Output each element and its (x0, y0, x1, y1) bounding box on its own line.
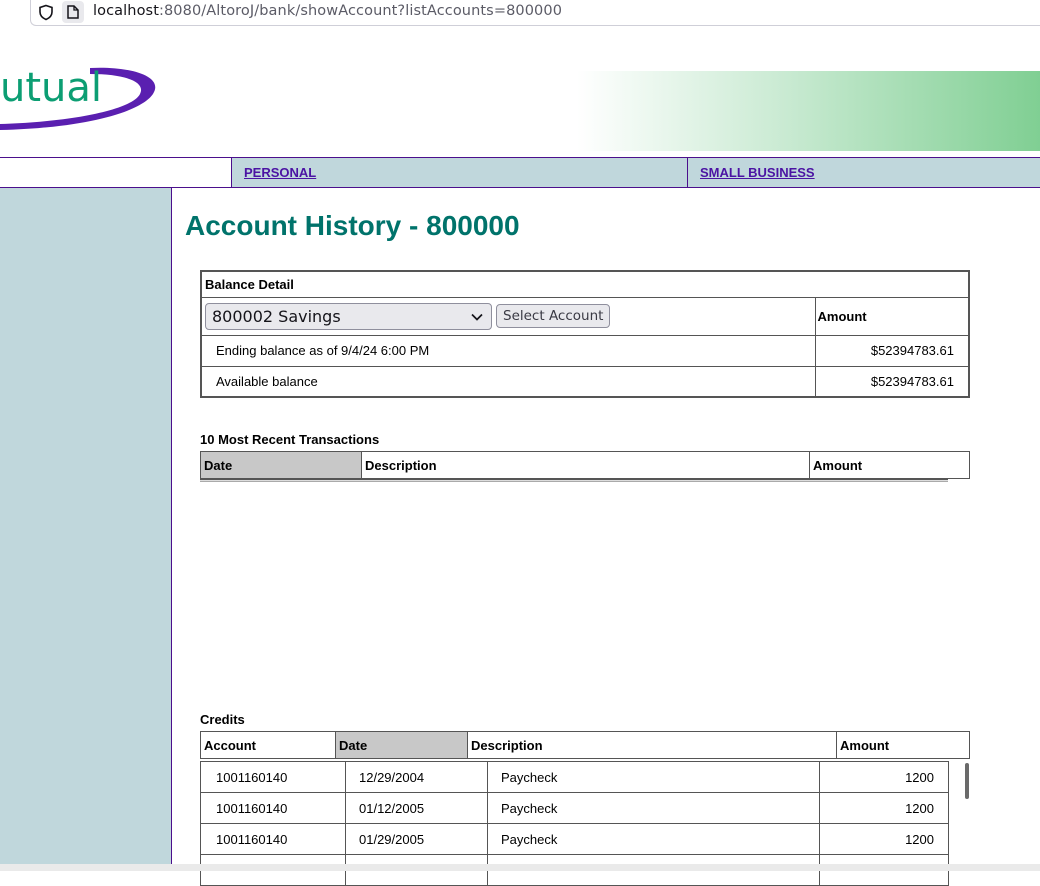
credit-amount: 1200 (819, 792, 949, 824)
table-row: 1001160140 12/29/2004 Paycheck 1200 (200, 761, 949, 793)
credits-col-description[interactable]: Description (467, 731, 837, 759)
credit-description: Paycheck (487, 761, 820, 793)
credits-col-date[interactable]: Date (335, 731, 468, 759)
table-row: 1001160140 01/29/2005 Paycheck 1200 (200, 823, 949, 855)
logo-text: utual (0, 65, 103, 111)
credit-account: 1001160140 (200, 761, 346, 793)
credit-description: Paycheck (487, 792, 820, 824)
transactions-col-date[interactable]: Date (200, 451, 362, 479)
header-banner (577, 71, 1040, 151)
credits-header-table: Account Date Description Amount (200, 731, 970, 759)
chevron-down-icon (471, 313, 483, 321)
horizontal-scrollbar-track[interactable] (0, 864, 1040, 871)
credits-col-account[interactable]: Account (200, 731, 336, 759)
transactions-col-amount[interactable]: Amount (809, 451, 970, 479)
credits-title: Credits (200, 712, 245, 727)
select-account-button[interactable]: Select Account (496, 304, 611, 328)
nav-spacer (0, 158, 231, 187)
credit-account: 1001160140 (200, 823, 346, 855)
ending-balance-value: $52394783.61 (814, 334, 970, 367)
main-nav: PERSONAL SMALL BUSINESS (0, 157, 1040, 188)
balance-detail-table: Balance Detail 800002 Savings Select Acc… (200, 270, 970, 398)
nav-tab-small-business: SMALL BUSINESS (687, 158, 1040, 187)
page-info-icon[interactable] (62, 1, 84, 23)
recent-transactions-title: 10 Most Recent Transactions (200, 432, 380, 447)
credit-account: 1001160140 (200, 792, 346, 824)
credit-date: 01/29/2005 (345, 823, 488, 855)
url-text[interactable]: localhost:8080/AltoroJ/bank/showAccount?… (93, 3, 562, 19)
account-select-value: 800002 Savings (212, 306, 341, 326)
ending-balance-label: Ending balance as of 9/4/24 6:00 PM (200, 334, 816, 367)
url-host: localhost (93, 3, 159, 19)
account-select-cell: 800002 Savings Select Account (200, 296, 816, 336)
tracking-shield-icon[interactable] (38, 4, 54, 21)
amount-header: Amount (814, 296, 970, 336)
bank-logo[interactable]: utual (0, 62, 160, 134)
nav-tab-personal: PERSONAL (231, 158, 687, 187)
credits-col-amount[interactable]: Amount (836, 731, 970, 759)
browser-url-bar: localhost:8080/AltoroJ/bank/showAccount?… (0, 0, 1040, 27)
credit-amount: 1200 (819, 823, 949, 855)
url-path: :8080/AltoroJ/bank/showAccount?listAccou… (159, 3, 563, 19)
transactions-body (200, 479, 948, 482)
credit-date: 01/12/2005 (345, 792, 488, 824)
credit-description: Paycheck (487, 823, 820, 855)
transactions-col-description[interactable]: Description (361, 451, 810, 479)
credit-date: 12/29/2004 (345, 761, 488, 793)
page-title: Account History - 800000 (185, 210, 520, 241)
nav-link-small-business[interactable]: SMALL BUSINESS (700, 165, 815, 180)
nav-link-personal[interactable]: PERSONAL (244, 165, 316, 180)
credits-scrollbar[interactable] (965, 763, 969, 799)
available-balance-label: Available balance (200, 365, 816, 398)
balance-detail-caption: Balance Detail (200, 270, 970, 298)
left-sidebar (0, 188, 172, 864)
credit-amount: 1200 (819, 761, 949, 793)
account-select[interactable]: 800002 Savings (205, 302, 492, 330)
table-row: 1001160140 01/12/2005 Paycheck 1200 (200, 792, 949, 824)
available-balance-value: $52394783.61 (814, 365, 970, 398)
transactions-header-table: Date Description Amount (200, 451, 970, 479)
